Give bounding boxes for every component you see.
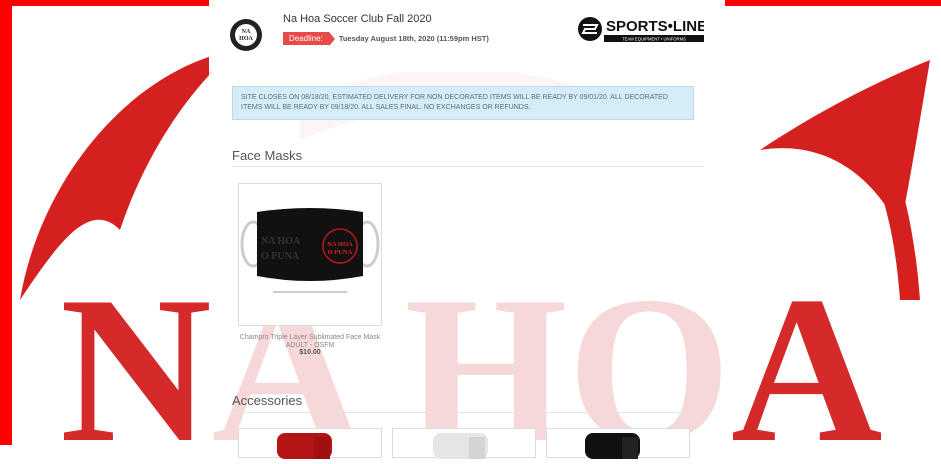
site-notice: SITE CLOSES ON 08/18/20. ESTIMATED DELIV… [232,86,694,120]
face-mask-image: NA HOA O PUNA NA HOA O PUNA [240,208,380,293]
deadline-date: Tuesday August 18th, 2020 (11:59pm HST) [338,34,489,43]
svg-text:NA HOA: NA HOA [327,241,353,248]
product-name[interactable]: Champro Triple Layer Sublimated Face Mas… [238,334,382,350]
deadline-row: Deadline: Tuesday August 18th, 2020 (11:… [283,32,489,46]
svg-text:NA: NA [242,29,251,35]
product-card-accessory-black[interactable] [546,428,690,459]
brand-name: SPORTS•LINE [606,18,704,35]
svg-text:NA HOA: NA HOA [261,236,301,247]
svg-text:O PUNA: O PUNA [328,249,353,256]
section-title-face-masks: Face Masks [232,148,303,163]
product-card-accessory-red[interactable] [238,428,382,459]
product-price: $10.00 [299,349,321,356]
svg-text:O PUNA: O PUNA [261,251,300,262]
red-sock-image [277,433,332,459]
section-divider [232,166,704,167]
brand-subtitle: TEAM EQUIPMENT • UNIFORMS [622,37,686,42]
white-sock-image [433,433,488,459]
club-logo: NA HOA [227,13,265,59]
store-title: Na Hoa Soccer Club Fall 2020 [283,13,432,25]
sportsline-logo[interactable]: SPORTS•LINE TEAM EQUIPMENT • UNIFORMS [576,15,704,43]
section-divider [232,412,704,413]
svg-text:HOA: HOA [239,36,253,42]
product-card-face-mask[interactable]: NA HOA O PUNA NA HOA O PUNA [238,183,382,326]
black-sock-image [585,433,640,459]
section-title-accessories: Accessories [232,393,303,408]
deadline-badge: Deadline: [283,32,335,46]
product-card-accessory-white[interactable] [392,428,536,459]
